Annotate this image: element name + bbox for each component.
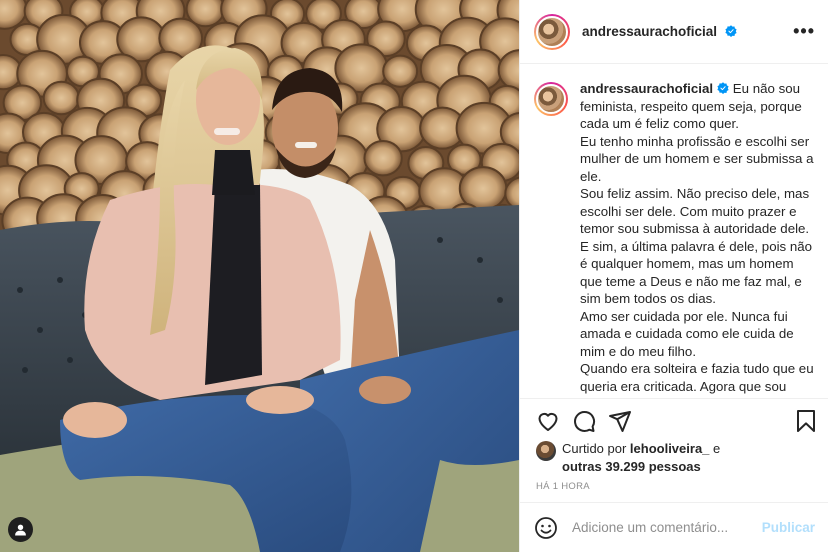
- likes-prefix: Curtido por: [562, 441, 630, 456]
- caption-text: andressaurachoficial Eu não sou feminist…: [580, 80, 815, 398]
- publish-button[interactable]: Publicar: [762, 520, 815, 535]
- bookmark-icon[interactable]: [794, 409, 818, 433]
- log-end: [382, 54, 419, 88]
- comment-bar: Publicar: [520, 502, 828, 552]
- first-liker-link[interactable]: lehooliveira_: [630, 441, 709, 456]
- post-photo-illustration: [0, 0, 519, 552]
- post-actions: [520, 398, 828, 438]
- caption-line: Amo ser cuidada por ele. Nunca fui amada…: [580, 308, 794, 359]
- heart-icon[interactable]: [536, 409, 560, 433]
- post-photo[interactable]: [0, 0, 519, 552]
- post-side-panel: andressaurachoficial ••• andressaurachof…: [519, 0, 828, 552]
- author-avatar[interactable]: [534, 13, 570, 50]
- caption-paragraph: andressaurachoficial Eu não sou feminist…: [580, 80, 815, 133]
- caption-line: Sou feliz assim. Não preciso dele, mas e…: [580, 186, 813, 306]
- user-tag-icon[interactable]: [8, 517, 33, 542]
- verified-icon: [725, 25, 737, 37]
- likes-text: Curtido por lehooliveira_ e outras 39.29…: [562, 440, 720, 476]
- post-timestamp[interactable]: HÁ 1 HORA: [536, 481, 590, 492]
- likes-count-link[interactable]: outras 39.299 pessoas: [562, 459, 701, 474]
- caption-area: andressaurachoficial Eu não sou feminist…: [520, 80, 828, 398]
- caption-username[interactable]: andressaurachoficial: [580, 81, 713, 96]
- more-horizontal-icon[interactable]: •••: [793, 22, 815, 40]
- caption-author-avatar[interactable]: [534, 82, 568, 116]
- post-header: andressaurachoficial •••: [520, 0, 828, 64]
- author-username-text[interactable]: andressaurachoficial: [582, 24, 717, 39]
- comment-icon[interactable]: [572, 409, 596, 433]
- emoji-icon[interactable]: [534, 516, 558, 540]
- comment-input[interactable]: [572, 520, 754, 535]
- liker-avatar[interactable]: [536, 441, 556, 461]
- log-end: [363, 140, 403, 177]
- author-username[interactable]: andressaurachoficial: [582, 24, 737, 39]
- verified-icon: [717, 82, 729, 94]
- likes-joiner: e: [709, 441, 721, 456]
- caption-line: Quando era solteira e fazia tudo que eu …: [580, 361, 814, 398]
- caption-line: Eu tenho minha profissão e escolhi ser m…: [580, 133, 814, 184]
- log-end: [42, 80, 80, 116]
- likes-summary: Curtido por lehooliveira_ e outras 39.29…: [536, 440, 720, 476]
- share-icon[interactable]: [608, 409, 632, 433]
